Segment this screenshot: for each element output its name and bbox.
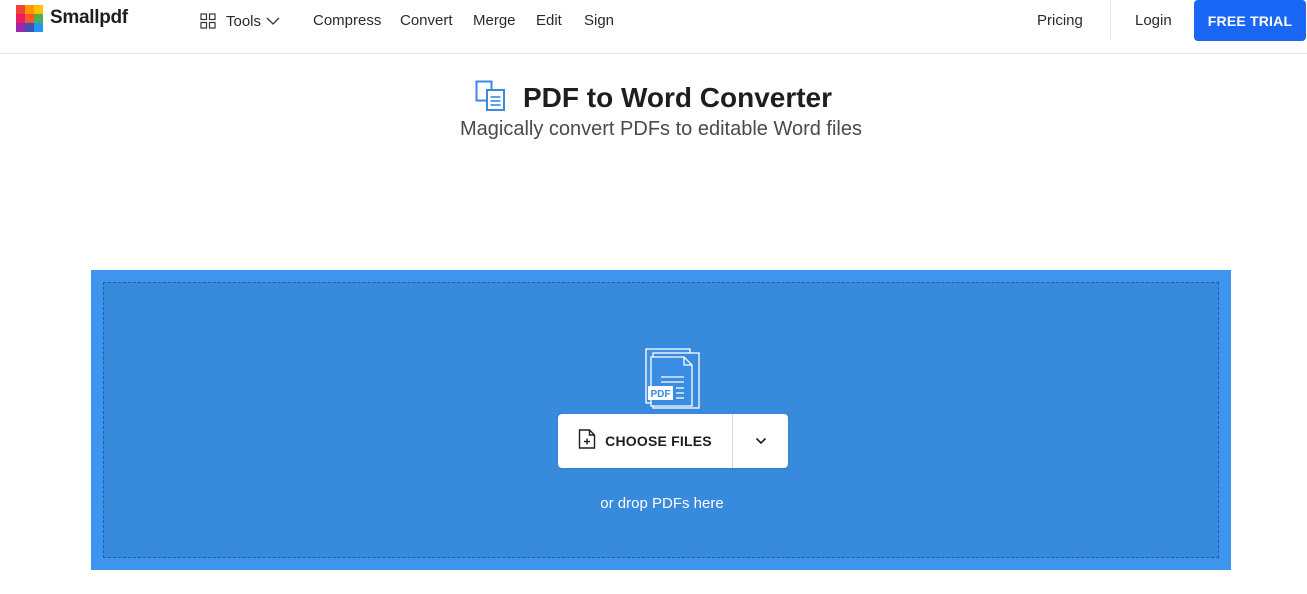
nav-link-merge[interactable]: Merge bbox=[473, 12, 516, 29]
page-subtitle: Magically convert PDFs to editable Word … bbox=[459, 118, 862, 140]
file-dropzone[interactable]: PDF CHOOSE FILES or drop PDFs here bbox=[91, 270, 1231, 570]
drop-hint-text: or drop PDFs here bbox=[600, 495, 724, 512]
dropzone-dashed-area[interactable]: PDF CHOOSE FILES or drop PDFs here bbox=[103, 282, 1219, 558]
free-trial-button[interactable]: FREE TRIAL bbox=[1194, 0, 1306, 41]
nav-link-pricing[interactable]: Pricing bbox=[1037, 12, 1083, 29]
login-link[interactable]: Login bbox=[1135, 12, 1172, 29]
choose-files-label: CHOOSE FILES bbox=[605, 433, 712, 449]
tools-menu[interactable]: Tools bbox=[200, 11, 280, 31]
chevron-down-icon bbox=[266, 16, 280, 26]
tools-label: Tools bbox=[226, 12, 262, 30]
add-file-icon bbox=[578, 428, 596, 454]
brand-name: Smallpdf bbox=[50, 7, 128, 28]
hero-heading: PDF to Word Converter bbox=[0, 80, 1307, 116]
pdf-badge-text: PDF bbox=[651, 389, 671, 400]
grid-icon bbox=[200, 13, 216, 29]
upload-options-dropdown[interactable] bbox=[733, 414, 788, 468]
nav-link-edit[interactable]: Edit bbox=[536, 12, 562, 29]
nav-link-compress[interactable]: Compress bbox=[313, 12, 381, 29]
choose-files-control: CHOOSE FILES bbox=[558, 414, 788, 468]
pdf-files-icon: PDF bbox=[645, 347, 701, 414]
nav-link-convert[interactable]: Convert bbox=[400, 12, 453, 29]
choose-files-button[interactable]: CHOOSE FILES bbox=[558, 414, 733, 468]
page-title: PDF to Word Converter bbox=[522, 82, 833, 113]
word-converter-icon bbox=[475, 80, 507, 117]
nav-link-sign[interactable]: Sign bbox=[584, 12, 614, 29]
chevron-down-icon bbox=[755, 432, 767, 450]
top-navigation-bar: Smallpdf Tools Compress Convert Merge Ed… bbox=[0, 0, 1307, 54]
nav-divider bbox=[1110, 0, 1111, 40]
smallpdf-logo-icon bbox=[16, 4, 43, 32]
smallpdf-logo[interactable]: Smallpdf bbox=[16, 4, 128, 32]
